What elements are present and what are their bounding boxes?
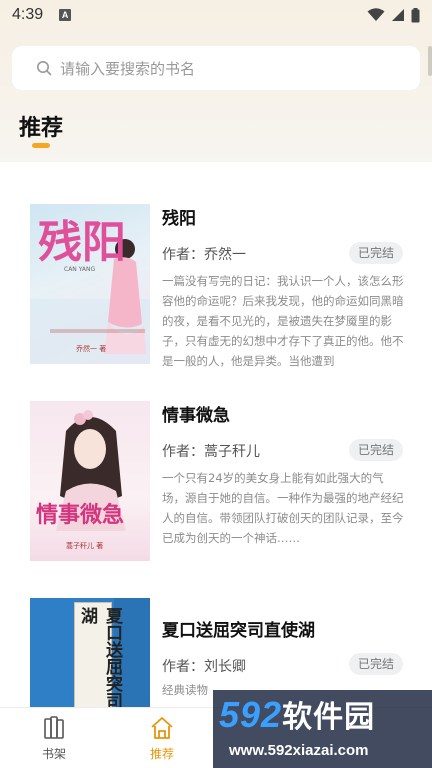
- nav-label: 书架: [41, 747, 66, 761]
- book-item[interactable]: 情事微急 蒿子秆儿 著 情事微急 作者：蒿子秆儿 已完结 一个只有24岁的美女身…: [30, 401, 410, 566]
- notification-icon: A: [59, 9, 72, 21]
- watermark-brand: 592软件园: [219, 692, 375, 736]
- watermark-brand-cn: 软件园: [282, 700, 376, 735]
- battery-icon: [411, 7, 420, 22]
- status-bar: 4:39 A: [0, 0, 432, 30]
- section-underline: [32, 143, 50, 148]
- home-icon: [151, 717, 173, 739]
- cover-title: 残阳: [38, 217, 126, 268]
- nav-bookshelf[interactable]: 书架: [0, 708, 108, 768]
- book-title[interactable]: 情事微急: [162, 401, 230, 426]
- book-item[interactable]: 残阳 CAN YANG 乔然一 著 残阳 作者：乔然一 已完结 一篇没有写完的日…: [30, 204, 410, 369]
- status-badge: 已完结: [348, 439, 403, 461]
- search-input[interactable]: 请输入要搜索的书名: [60, 58, 195, 79]
- cover-art: [56, 410, 126, 531]
- status-badge: 已完结: [348, 242, 403, 264]
- nav-recommend[interactable]: 推荐: [108, 708, 216, 768]
- book-author: 作者：刘长卿: [162, 659, 246, 675]
- book-description: 一篇没有写完的日记：我认识一个人，该怎么形容他的命运呢？后来我发现，他的命运如同…: [162, 274, 404, 368]
- cover-author: 乔然一 著: [76, 345, 107, 353]
- section-title: 推荐: [19, 116, 64, 141]
- watermark-digits: 592: [219, 694, 283, 735]
- wifi-icon: [367, 8, 385, 21]
- watermark-url: www.592xiazai.com: [229, 742, 369, 759]
- status-badge: 已完结: [348, 653, 403, 675]
- bookshelf-icon: [44, 716, 64, 739]
- book-title[interactable]: 残阳: [162, 204, 196, 229]
- nav-label: 推荐: [149, 747, 174, 761]
- book-description: 一个只有24岁的美女身上能有如此强大的气场，源自于她的自信。一种作为最强的地产经…: [162, 471, 404, 545]
- signal-icon: [392, 9, 404, 21]
- book-title[interactable]: 夏口送屈突司直使湖: [162, 616, 315, 641]
- book-cover[interactable]: 残阳 CAN YANG 乔然一 著: [30, 204, 150, 364]
- search-icon: [37, 61, 52, 76]
- search-bar[interactable]: 请输入要搜索的书名: [12, 46, 420, 90]
- scrollbar[interactable]: [428, 46, 432, 76]
- book-author: 作者：乔然一: [162, 247, 246, 263]
- cover-author: 蒿子秆儿 著: [66, 542, 104, 550]
- book-author: 作者：蒿子秆儿: [162, 444, 260, 460]
- book-cover[interactable]: 情事微急 蒿子秆儿 著: [30, 401, 150, 561]
- status-time: 4:39: [12, 6, 44, 23]
- cover-pinyin: CAN YANG: [64, 266, 96, 273]
- status-icons: [367, 7, 420, 23]
- site-watermark: 592软件园 www.592xiazai.com: [213, 690, 432, 768]
- cover-title: 情事微急: [36, 503, 125, 528]
